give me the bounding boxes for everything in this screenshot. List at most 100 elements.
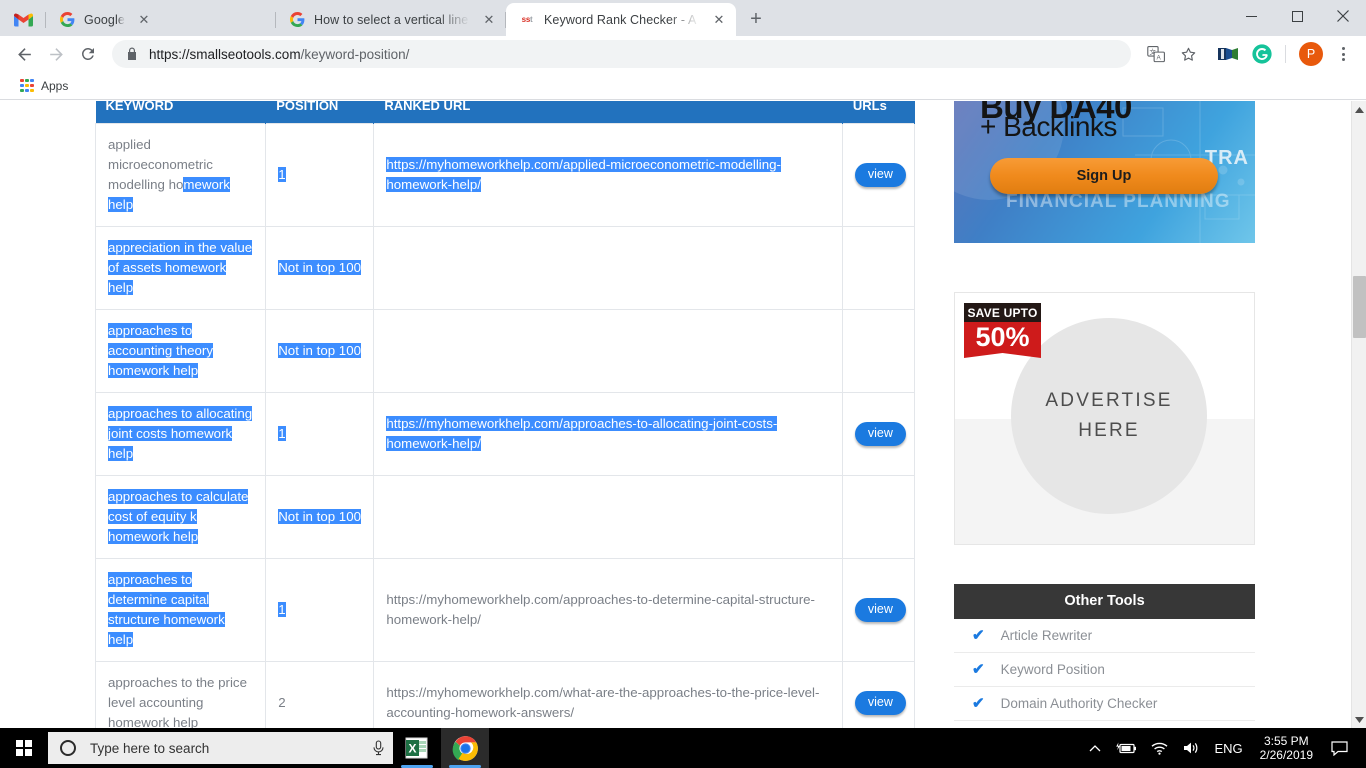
start-button[interactable] xyxy=(0,728,48,768)
cell-view: view xyxy=(841,557,916,662)
windows-logo-icon xyxy=(16,740,32,756)
view-button[interactable]: view xyxy=(854,690,906,715)
cell-position: Not in top 100 xyxy=(265,474,375,559)
bookmarks-bar: Apps xyxy=(0,72,1366,100)
page-viewport: KEYWORD POSITION RANKED URL URLs applied… xyxy=(0,101,1366,728)
other-tools-item-label: Domain Authority Checker xyxy=(1000,695,1158,711)
microphone-icon[interactable] xyxy=(372,740,385,756)
clock-date: 2/26/2019 xyxy=(1259,748,1313,762)
keyword-text-selected: approaches to accounting theory homework… xyxy=(108,322,213,378)
taskbar-app-excel[interactable]: X xyxy=(393,728,441,768)
forward-button[interactable] xyxy=(40,38,72,70)
scrollbar-up-arrow[interactable] xyxy=(1352,101,1366,118)
url-host: https://smallseotools.com xyxy=(149,46,301,62)
other-tools-item[interactable]: ✔ Article Rewriter xyxy=(954,619,1255,653)
tab-close-icon[interactable]: ✕ xyxy=(133,9,155,31)
page-content: KEYWORD POSITION RANKED URL URLs applied… xyxy=(0,101,1351,728)
column-header-ranked-url: RANKED URL xyxy=(373,101,843,123)
minimize-button[interactable] xyxy=(1228,0,1274,32)
tab-google[interactable]: Google ✕ xyxy=(46,3,276,36)
taskbar-app-chrome[interactable] xyxy=(441,728,489,768)
keyword-text-selected: approaches to allocating joint costs hom… xyxy=(108,405,253,461)
page-scrollbar[interactable] xyxy=(1351,101,1366,728)
advertise-line-1: ADVERTISE xyxy=(1045,390,1173,411)
cell-ranked-url xyxy=(373,474,843,559)
tab-keyword-rank-checker[interactable]: sst Keyword Rank Checker - A Free c ✕ xyxy=(506,3,736,36)
position-value: Not in top 100 xyxy=(278,508,361,524)
cell-ranked-url: https://myhomeworkhelp.com/what-are-the-… xyxy=(373,660,843,728)
bookmark-star-icon[interactable] xyxy=(1173,39,1203,69)
chevron-up-icon[interactable] xyxy=(1082,744,1108,753)
view-button[interactable]: view xyxy=(854,162,906,187)
pinned-tab-gmail[interactable] xyxy=(0,3,46,36)
position-value: Not in top 100 xyxy=(278,342,361,358)
cell-position: Not in top 100 xyxy=(265,225,375,310)
volume-icon[interactable] xyxy=(1175,741,1207,755)
language-indicator[interactable]: ENG xyxy=(1207,741,1249,756)
other-tools-item[interactable]: ✔ Domain Authority Checker xyxy=(954,687,1255,721)
toolbar-separator xyxy=(1285,45,1286,63)
system-tray: ENG 3:55 PM 2/26/2019 xyxy=(1082,728,1366,768)
cell-view xyxy=(841,308,916,393)
taskbar-clock[interactable]: 3:55 PM 2/26/2019 xyxy=(1250,734,1323,762)
cell-position: 2 xyxy=(265,660,375,728)
url-path: /keyword-position/ xyxy=(300,46,410,62)
position-value: 1 xyxy=(278,166,286,182)
maximize-button[interactable] xyxy=(1274,0,1320,32)
battery-charging-icon[interactable] xyxy=(1108,741,1144,755)
taskbar-search-input[interactable]: Type here to search xyxy=(48,732,393,764)
cell-view: view xyxy=(841,391,916,476)
tab-close-icon[interactable]: ✕ xyxy=(708,9,730,31)
three-dot-menu-icon[interactable] xyxy=(1328,39,1358,69)
cell-view xyxy=(841,474,916,559)
search-placeholder: Type here to search xyxy=(90,740,210,756)
view-button[interactable]: view xyxy=(854,597,906,622)
other-tools-item[interactable]: ✔ Keyword Position xyxy=(954,653,1255,687)
bookmark-apps[interactable]: Apps xyxy=(14,76,74,96)
tab-how-to-select-vertical-line[interactable]: How to select a vertical line in a t ✕ xyxy=(276,3,506,36)
column-header-urls: URLs xyxy=(842,101,916,123)
ad-advertise-here[interactable]: ADVERTISE HERE SAVE UPTO 50% xyxy=(954,292,1255,545)
address-bar[interactable]: https://smallseotools.com/keyword-positi… xyxy=(112,40,1131,68)
new-tab-button[interactable]: + xyxy=(742,5,770,33)
profile-initial: P xyxy=(1299,42,1323,66)
table-header: KEYWORD POSITION RANKED URL URLs xyxy=(95,101,916,123)
chrome-browser-window: Google ✕ How to select a vertical line i… xyxy=(0,0,1366,728)
reload-button[interactable] xyxy=(72,38,104,70)
cell-keyword: approaches to the price level accounting… xyxy=(94,660,267,729)
keyword-text: approaches to the price level accounting… xyxy=(108,674,247,729)
avatar[interactable]: P xyxy=(1296,39,1326,69)
cell-keyword: applied microeconometric modelling homew… xyxy=(94,122,267,227)
view-button[interactable]: view xyxy=(854,421,906,446)
cell-keyword: approaches to allocating joint costs hom… xyxy=(94,391,267,476)
wifi-icon[interactable] xyxy=(1144,742,1175,755)
ranked-url-text: https://myhomeworkhelp.com/approaches-to… xyxy=(386,415,778,451)
tab-close-icon[interactable]: ✕ xyxy=(478,9,500,31)
sign-up-button[interactable]: Sign Up xyxy=(990,158,1218,194)
other-tools-item-label: Article Rewriter xyxy=(1000,627,1093,643)
keyword-text-selected: appreciation in the value of assets home… xyxy=(108,239,253,295)
translate-icon[interactable]: 文 A xyxy=(1141,39,1171,69)
table-body: applied microeconometric modelling homew… xyxy=(94,122,916,729)
keyword-results-table-wrapper: KEYWORD POSITION RANKED URL URLs applied… xyxy=(94,101,916,729)
check-icon: ✔ xyxy=(972,661,985,678)
check-icon: ✔ xyxy=(972,695,985,712)
notification-icon[interactable] xyxy=(1323,740,1360,756)
clock-time: 3:55 PM xyxy=(1263,734,1309,748)
advertise-line-2: HERE xyxy=(1078,420,1140,441)
ranked-url-text: https://myhomeworkhelp.com/approaches-to… xyxy=(386,591,815,627)
scrollbar-thumb[interactable] xyxy=(1353,276,1366,338)
grammarly-icon[interactable] xyxy=(1247,39,1277,69)
table-row: appreciation in the value of assets home… xyxy=(94,225,916,310)
cell-view xyxy=(841,225,916,310)
back-button[interactable] xyxy=(8,38,40,70)
extension-book-icon[interactable] xyxy=(1213,39,1243,69)
ad-buy-da40[interactable]: Buy DA40 + Backlinks TRA FINANCIAL PLANN… xyxy=(954,101,1255,243)
table-row: approaches to calculate cost of equity k… xyxy=(94,474,916,559)
scrollbar-down-arrow[interactable] xyxy=(1352,711,1366,728)
cell-ranked-url xyxy=(373,308,843,393)
apps-grid-icon xyxy=(20,78,34,93)
cell-ranked-url xyxy=(373,225,843,310)
google-icon xyxy=(59,12,75,28)
close-button[interactable] xyxy=(1320,0,1366,32)
